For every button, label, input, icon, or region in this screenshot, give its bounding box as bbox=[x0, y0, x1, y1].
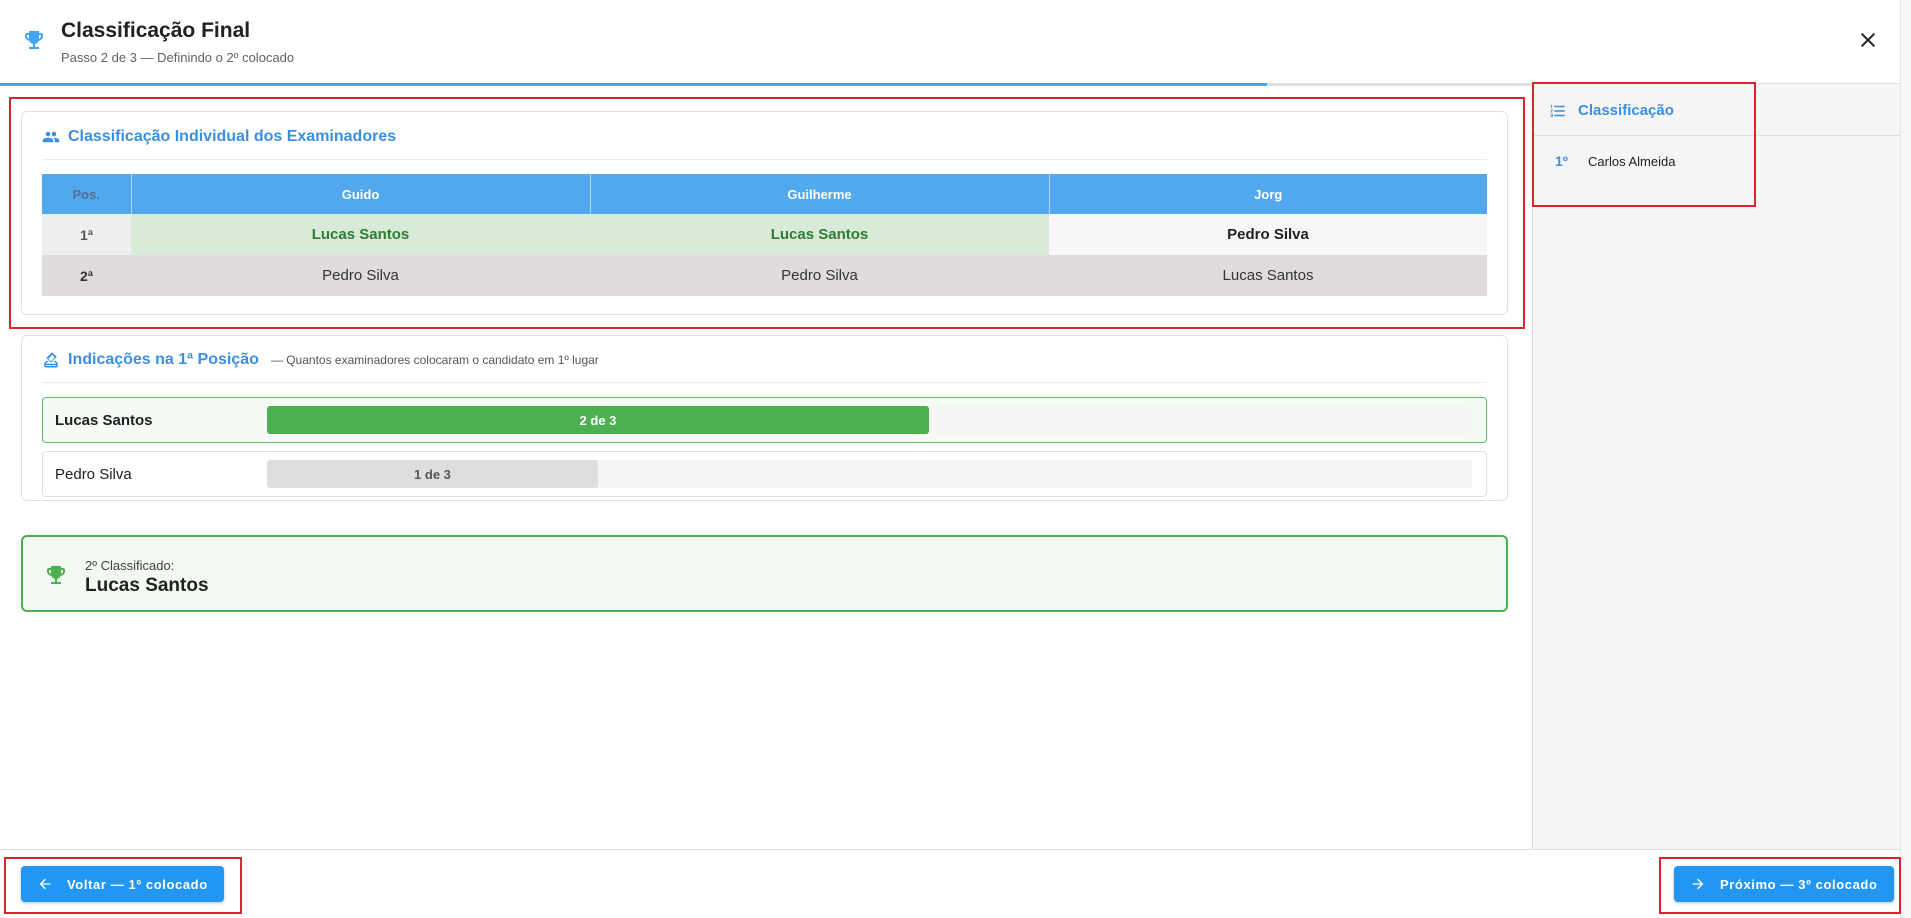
column-header-position: Pos. bbox=[42, 174, 132, 214]
column-header-examiner: Guido bbox=[131, 174, 591, 214]
ranking-table: Pos. Guido Guilherme Jorg 1ª Lucas Santo… bbox=[42, 174, 1487, 296]
ranking-cell: Lucas Santos bbox=[131, 214, 590, 255]
sidebar-title: Classificação bbox=[1578, 102, 1674, 119]
vote-bar-track: 1 de 3 bbox=[267, 460, 1472, 488]
candidate-name: Lucas Santos bbox=[55, 412, 153, 429]
group-icon bbox=[42, 131, 60, 143]
individual-ranking-title: Classificação Individual dos Examinadore… bbox=[68, 128, 397, 145]
candidate-name: Pedro Silva bbox=[55, 466, 132, 483]
classification-sidebar: Classificação 1º Carlos Almeida bbox=[1532, 84, 1901, 849]
table-header-row: Pos. Guido Guilherme Jorg bbox=[42, 174, 1487, 214]
first-place-votes-card: Indicações na 1ª Posição — Quantos exami… bbox=[21, 335, 1508, 501]
position-cell: 2ª bbox=[42, 255, 131, 296]
result-label: 2º Classificado: bbox=[85, 558, 175, 573]
classification-position: 1º bbox=[1555, 153, 1568, 169]
back-button[interactable]: Voltar — 1º colocado bbox=[21, 866, 224, 902]
step-subtitle: Passo 2 de 3 — Definindo o 2º colocado bbox=[61, 50, 295, 65]
vote-count-label: 1 de 3 bbox=[414, 466, 451, 482]
column-header-examiner: Guilherme bbox=[590, 174, 1050, 214]
back-button-label: Voltar — 1º colocado bbox=[67, 876, 208, 892]
scrollbar[interactable] bbox=[1900, 0, 1911, 918]
arrow-left-icon bbox=[39, 878, 51, 890]
arrow-right-icon bbox=[1692, 878, 1704, 890]
result-card: 2º Classificado: Lucas Santos bbox=[21, 535, 1508, 612]
list-item: 1º Carlos Almeida bbox=[1533, 140, 1901, 182]
vote-row: Lucas Santos 2 de 3 bbox=[42, 397, 1487, 443]
column-header-examiner: Jorg bbox=[1049, 174, 1487, 214]
ballot-icon bbox=[44, 352, 58, 368]
trophy-icon bbox=[25, 31, 43, 49]
ranking-cell: Lucas Santos bbox=[1049, 255, 1487, 296]
dialog-footer: Voltar — 1º colocado Próximo — 3º coloca… bbox=[0, 849, 1900, 918]
trophy-icon bbox=[47, 566, 65, 584]
list-icon bbox=[1550, 105, 1565, 117]
divider bbox=[42, 159, 1487, 160]
vote-bar: 2 de 3 bbox=[267, 406, 929, 434]
result-name: Lucas Santos bbox=[85, 575, 209, 596]
next-button[interactable]: Próximo — 3º colocado bbox=[1674, 866, 1894, 902]
main-content: Classificação Individual dos Examinadore… bbox=[0, 86, 1532, 849]
individual-ranking-card: Classificação Individual dos Examinadore… bbox=[21, 111, 1508, 315]
ranking-cell: Lucas Santos bbox=[590, 214, 1049, 255]
votes-title: Indicações na 1ª Posição bbox=[68, 351, 259, 368]
vote-row: Pedro Silva 1 de 3 bbox=[42, 451, 1487, 497]
ranking-cell: Pedro Silva bbox=[590, 255, 1049, 296]
sidebar-header: Classificação bbox=[1533, 84, 1901, 136]
classification-name: Carlos Almeida bbox=[1588, 154, 1676, 169]
dialog-header: Classificação Final Passo 2 de 3 — Defin… bbox=[0, 0, 1900, 83]
divider bbox=[42, 382, 1487, 383]
ranking-cell: Pedro Silva bbox=[131, 255, 590, 296]
table-row: 2ª Pedro Silva Pedro Silva Lucas Santos bbox=[42, 255, 1487, 296]
close-icon[interactable] bbox=[1856, 28, 1880, 52]
vote-bar-track: 2 de 3 bbox=[267, 406, 1472, 434]
page-title: Classificação Final bbox=[61, 19, 251, 42]
ranking-cell: Pedro Silva bbox=[1049, 214, 1487, 255]
vote-bar: 1 de 3 bbox=[267, 460, 598, 488]
next-button-label: Próximo — 3º colocado bbox=[1720, 876, 1878, 892]
votes-note: — Quantos examinadores colocaram o candi… bbox=[270, 353, 599, 367]
vote-count-label: 2 de 3 bbox=[579, 412, 617, 428]
position-cell: 1ª bbox=[42, 214, 131, 255]
table-row: 1ª Lucas Santos Lucas Santos Pedro Silva bbox=[42, 214, 1487, 255]
